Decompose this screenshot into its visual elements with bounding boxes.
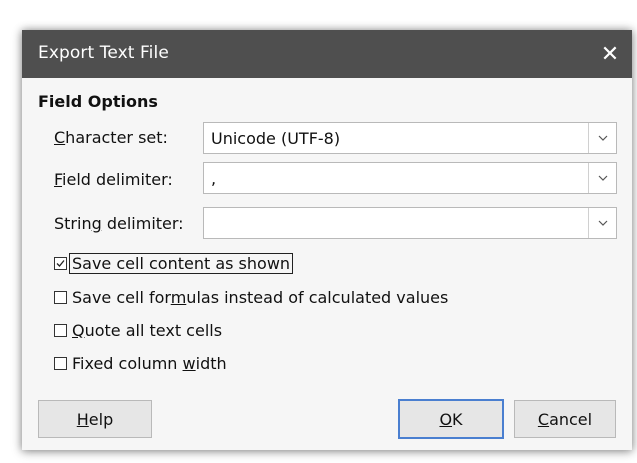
fixed-column-width-label: Fixed column width: [72, 353, 227, 373]
save-cell-content-label: Save cell content as shown: [69, 252, 294, 274]
field-delimiter-dropdown[interactable]: ,: [203, 162, 617, 194]
save-cell-formulas-checkbox[interactable]: Save cell formulas instead of calculated…: [54, 286, 448, 308]
string-delimiter-label: String delimiter:: [54, 214, 184, 233]
character-set-value: Unicode (UTF-8): [211, 129, 341, 148]
checkbox-unchecked-icon[interactable]: [54, 356, 67, 370]
export-text-file-dialog: Export Text File ✕ Field Options Charact…: [22, 30, 632, 450]
checkbox-checked-icon[interactable]: [54, 256, 67, 270]
help-button[interactable]: Help: [38, 400, 152, 438]
checkbox-unchecked-icon[interactable]: [54, 290, 67, 304]
character-set-dropdown[interactable]: Unicode (UTF-8): [203, 122, 617, 154]
checkbox-unchecked-icon[interactable]: [54, 323, 67, 337]
save-cell-content-as-shown-checkbox[interactable]: Save cell content as shown: [54, 252, 294, 274]
dialog-title: Export Text File: [38, 43, 169, 63]
cancel-button-label: Cancel: [537, 409, 593, 429]
field-options-heading: Field Options: [38, 92, 158, 111]
chevron-down-icon[interactable]: [588, 123, 616, 153]
ok-button-label: OK: [439, 409, 463, 429]
help-button-label: Help: [76, 409, 114, 429]
close-icon: ✕: [600, 41, 620, 67]
quote-all-text-cells-label: Quote all text cells: [72, 320, 223, 340]
fixed-column-width-checkbox[interactable]: Fixed column width: [54, 352, 227, 374]
field-delimiter-value: ,: [211, 169, 217, 188]
chevron-down-icon[interactable]: [588, 163, 616, 193]
cancel-button[interactable]: Cancel: [514, 400, 616, 438]
ok-button[interactable]: OK: [398, 399, 504, 439]
string-delimiter-dropdown[interactable]: [203, 207, 617, 239]
save-cell-formulas-label: Save cell formulas instead of calculated…: [72, 287, 449, 307]
field-delimiter-label: Field delimiter:: [54, 170, 173, 189]
chevron-down-icon[interactable]: [588, 208, 616, 238]
quote-all-text-cells-checkbox[interactable]: Quote all text cells: [54, 319, 222, 341]
title-bar[interactable]: Export Text File ✕: [22, 30, 632, 78]
close-button[interactable]: ✕: [594, 38, 626, 70]
character-set-label: Character set:: [54, 128, 168, 147]
